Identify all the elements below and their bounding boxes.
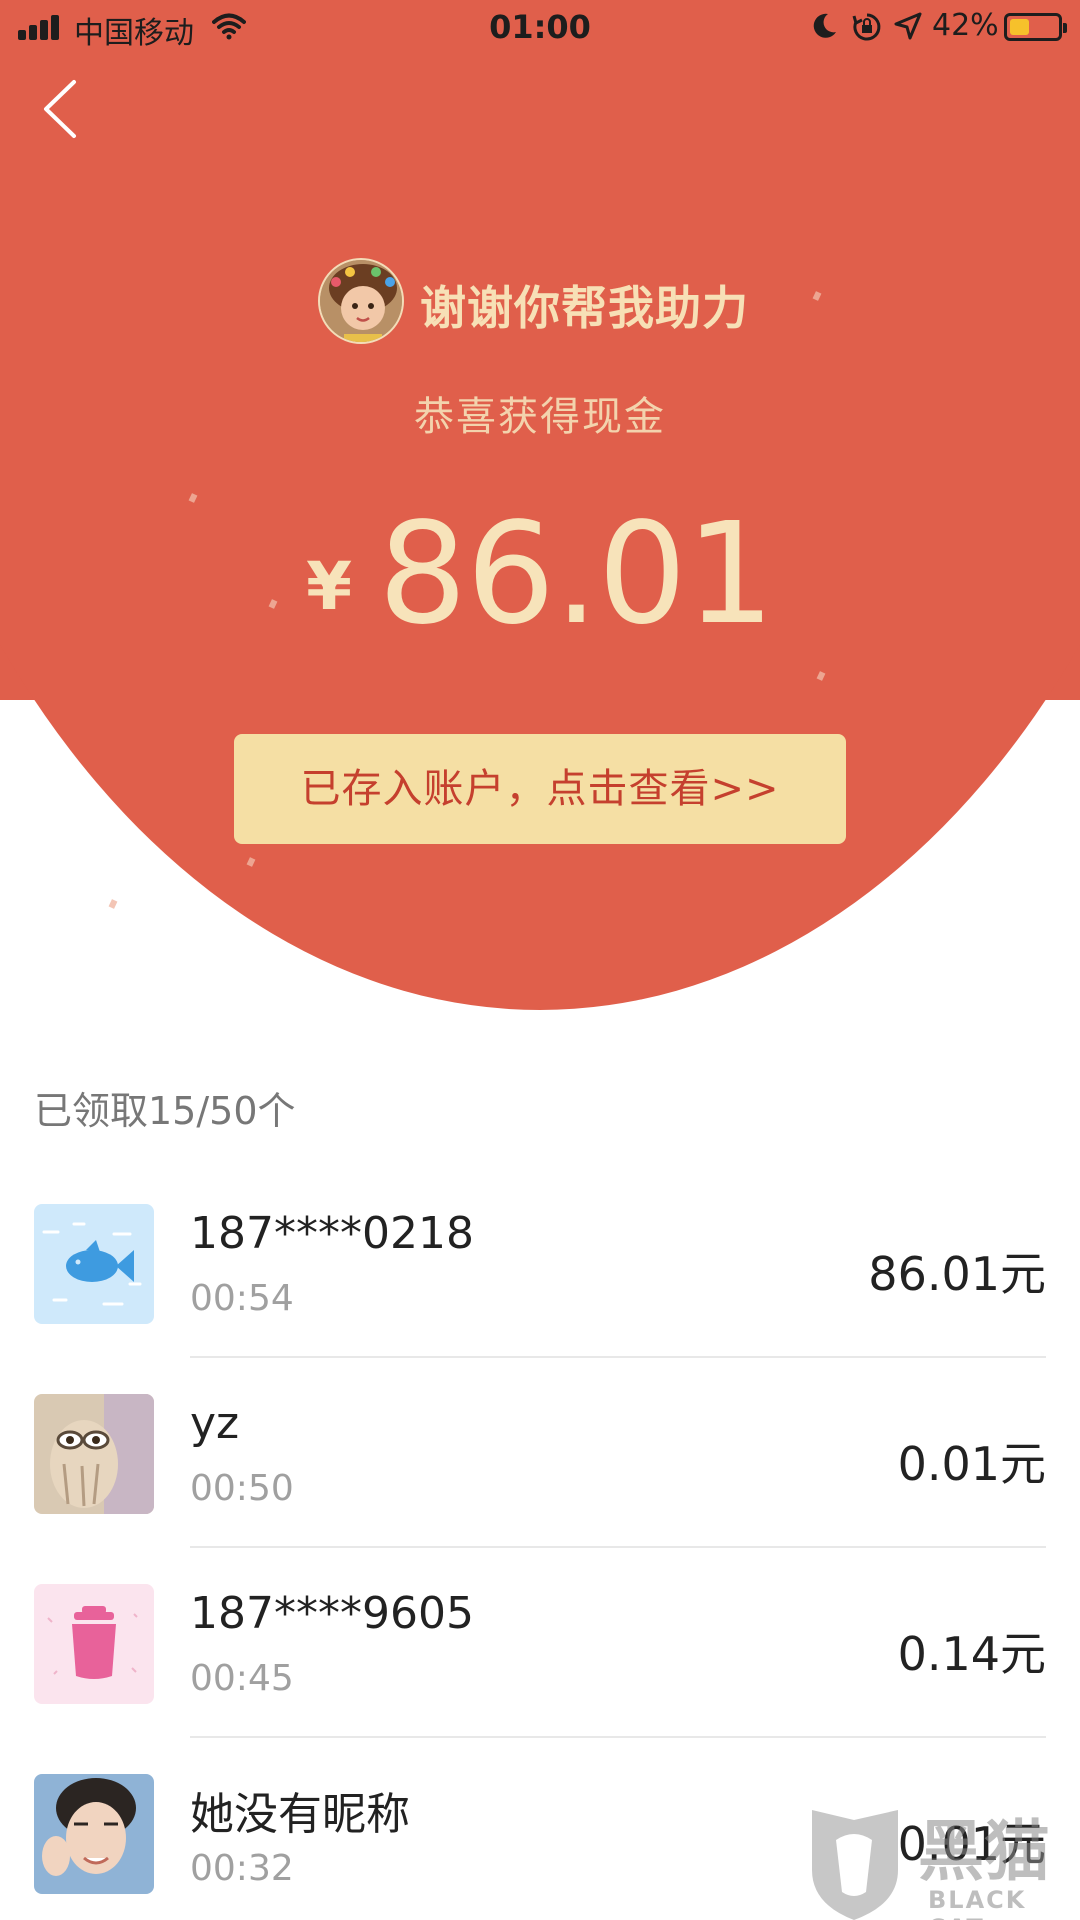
watermark-logo-text: 黑猫 bbox=[918, 1813, 1050, 1890]
chevron-left-icon[interactable] bbox=[38, 78, 86, 140]
claimer-name: 她没有昵称 bbox=[190, 1789, 410, 1840]
claim-time: 00:32 bbox=[190, 1848, 294, 1889]
list-item[interactable]: 187****0218 00:54 86.01元 bbox=[0, 1204, 1080, 1394]
amount-value: 86.01 bbox=[378, 493, 775, 656]
claim-time: 00:50 bbox=[190, 1468, 294, 1509]
cash-amount: ¥86.01 bbox=[0, 500, 1080, 650]
claimer-name: 187****0218 bbox=[190, 1208, 474, 1259]
sender-avatar bbox=[318, 258, 404, 344]
claim-amount: 0.01元 bbox=[897, 1437, 1046, 1491]
claimer-name: 187****9605 bbox=[190, 1588, 474, 1639]
view-account-button[interactable]: 已存入账户，点击查看>> bbox=[234, 734, 846, 844]
divider bbox=[190, 1736, 1046, 1738]
list-item[interactable]: yz 00:50 0.01元 bbox=[0, 1394, 1080, 1584]
thanks-message: 谢谢你帮我助力 bbox=[420, 281, 749, 335]
red-packet-page: 中国移动 01:00 42% 谢谢你帮我助力 恭喜获得现金 ¥ 86.01 已存… bbox=[0, 0, 1080, 1920]
list-item[interactable]: 187****9605 00:45 0.14元 bbox=[0, 1584, 1080, 1774]
rotation-lock-icon bbox=[852, 13, 881, 41]
claim-time: 00:54 bbox=[190, 1278, 294, 1319]
currency-symbol: ¥ bbox=[306, 548, 353, 625]
status-bar: 中国移动 01:00 42% bbox=[0, 0, 1080, 56]
confetti-speck bbox=[108, 899, 118, 909]
claim-time: 00:45 bbox=[190, 1658, 294, 1699]
claim-amount: 86.01元 bbox=[868, 1247, 1046, 1301]
blue-fish-avatar bbox=[34, 1204, 154, 1324]
claim-amount: 0.14元 bbox=[897, 1627, 1046, 1681]
location-arrow-icon bbox=[894, 12, 922, 40]
moon-icon bbox=[813, 13, 836, 38]
black-cat-watermark: 黑猫 BLACK CAT bbox=[806, 1800, 1080, 1920]
person-photo-avatar bbox=[34, 1774, 154, 1894]
pink-jar-avatar bbox=[34, 1584, 154, 1704]
watermark-subtext: BLACK CAT bbox=[928, 1886, 1027, 1920]
divider bbox=[190, 1356, 1046, 1358]
photo-avatar bbox=[34, 1394, 154, 1514]
congrats-message: 恭喜获得现金 bbox=[414, 394, 666, 440]
battery-icon bbox=[1004, 13, 1067, 41]
divider bbox=[190, 1546, 1046, 1548]
claimer-name: yz bbox=[190, 1398, 240, 1449]
claim-count: 已领取15/50个 bbox=[34, 1089, 296, 1133]
battery-level-fill bbox=[1010, 19, 1029, 35]
battery-percent: 42% bbox=[932, 8, 999, 43]
